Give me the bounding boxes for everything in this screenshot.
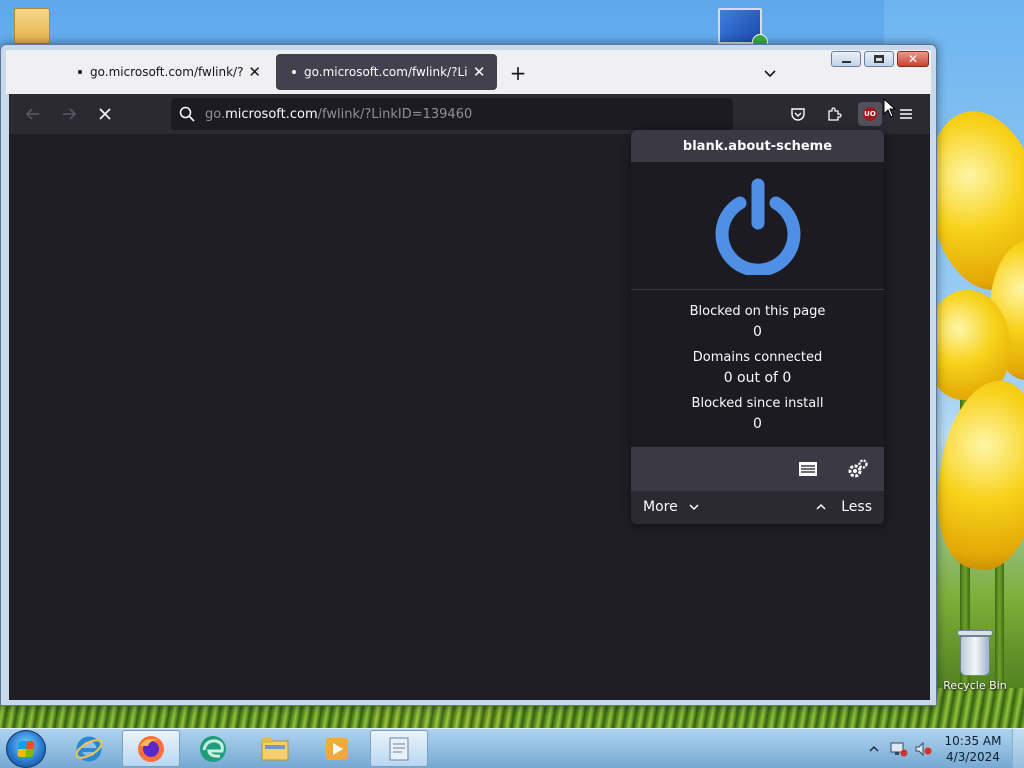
taskbar-notepad[interactable]	[370, 730, 428, 767]
clock-time: 10:35 AM	[944, 734, 1002, 748]
tab-title: go.microsoft.com/fwlink/?LinkID=139460	[304, 65, 468, 79]
taskbar-edge[interactable]	[184, 730, 242, 767]
more-button[interactable]: More	[643, 499, 700, 515]
stat-blocked-page-value: 0	[753, 324, 762, 340]
taskbar-clock[interactable]: 10:35 AM 4/3/2024	[938, 733, 1008, 765]
nav-toolbar: go.microsoft.com/fwlink/?LinkID=139460 U…	[9, 94, 930, 134]
tab-loading-dot-icon	[78, 70, 82, 74]
close-icon: ✕	[907, 52, 919, 66]
maximize-button[interactable]	[864, 51, 894, 67]
url-host: microsoft.com	[225, 106, 318, 122]
recycle-bin-icon	[960, 636, 990, 676]
forward-button[interactable]	[57, 102, 81, 126]
tab-loading-dot-icon	[292, 70, 296, 74]
popup-footer: More Less	[631, 491, 884, 524]
chevron-up-icon	[816, 503, 826, 510]
show-hidden-icons-icon[interactable]	[869, 744, 879, 754]
minimize-button[interactable]	[831, 51, 861, 67]
puzzle-icon	[828, 107, 842, 121]
firefox-icon	[138, 735, 164, 762]
taskbar-file-explorer[interactable]	[246, 730, 304, 767]
more-label: More	[643, 499, 678, 515]
ublock-shield-icon: UO	[863, 107, 877, 121]
stat-domains-label: Domains connected	[692, 350, 823, 365]
close-tab-icon[interactable]: ✕	[247, 63, 262, 81]
close-window-button[interactable]: ✕	[897, 51, 929, 67]
start-button[interactable]	[6, 730, 46, 768]
search-icon	[179, 106, 195, 122]
browser-tab-active[interactable]: go.microsoft.com/fwlink/?LinkID=139460 ✕	[276, 54, 497, 90]
maximize-icon	[874, 55, 884, 63]
taskbar: 10:35 AM 4/3/2024	[0, 728, 1024, 768]
logger-list-icon	[799, 462, 817, 476]
new-tab-button[interactable]: +	[508, 63, 528, 84]
folder-icon	[261, 737, 289, 760]
chevron-down-icon	[689, 504, 699, 511]
back-button[interactable]	[21, 102, 45, 126]
edge-icon	[200, 735, 226, 762]
pocket-icon	[791, 108, 805, 121]
taskbar-media-player[interactable]	[308, 730, 366, 767]
power-icon	[715, 178, 800, 275]
url-prefix: go.	[205, 106, 226, 122]
browser-tab[interactable]: go.microsoft.com/fwlink/?LinkID=139460 ✕	[62, 54, 272, 90]
minimize-icon	[841, 60, 851, 63]
stat-blocked-install-label: Blocked since install	[691, 396, 824, 411]
logger-button[interactable]	[797, 458, 819, 480]
arrow-left-icon	[25, 108, 39, 120]
volume-muted-icon[interactable]	[914, 741, 932, 757]
arrow-right-icon	[63, 108, 77, 120]
desktop-user-folder-icon[interactable]	[14, 8, 50, 44]
less-label: Less	[841, 499, 872, 515]
internet-explorer-icon	[75, 736, 103, 761]
popup-hostname: blank.about-scheme	[631, 130, 884, 162]
recycle-bin-label: Recycle Bin	[943, 679, 1007, 692]
recycle-bin[interactable]: Recycle Bin	[940, 630, 1010, 692]
show-desktop-button[interactable]	[1012, 729, 1024, 768]
dashboard-button[interactable]	[847, 458, 869, 480]
stat-domains-value: 0 out of 0	[723, 370, 792, 386]
stat-blocked-install-value: 0	[753, 416, 762, 432]
ublock-popup-panel: blank.about-scheme Blocked on this page …	[631, 130, 884, 524]
taskbar-firefox[interactable]	[122, 730, 180, 767]
mouse-cursor-icon	[883, 98, 897, 118]
close-tab-icon[interactable]: ✕	[471, 63, 487, 81]
power-switch[interactable]	[631, 162, 884, 290]
document-icon	[389, 737, 409, 760]
address-bar[interactable]: go.microsoft.com/fwlink/?LinkID=139460	[171, 98, 733, 130]
gears-icon	[848, 459, 868, 478]
url-path: /fwlink/?LinkID=139460	[317, 106, 473, 122]
popup-tools-bar	[631, 447, 884, 491]
stop-button[interactable]	[93, 102, 117, 126]
stats-section: Blocked on this page 0 Domains connected…	[631, 290, 884, 434]
stat-blocked-page-label: Blocked on this page	[689, 304, 826, 319]
media-player-icon	[326, 737, 348, 760]
network-icon[interactable]	[890, 741, 908, 757]
taskbar-internet-explorer[interactable]	[60, 730, 118, 767]
pocket-button[interactable]	[786, 102, 810, 126]
url-text: go.microsoft.com/fwlink/?LinkID=139460	[205, 107, 472, 122]
list-all-tabs-icon[interactable]	[762, 66, 778, 82]
tab-title: go.microsoft.com/fwlink/?LinkID=139460	[90, 65, 244, 79]
stop-x-icon	[99, 108, 111, 120]
hamburger-menu-icon	[900, 109, 912, 119]
desktop-computer-icon[interactable]	[718, 8, 768, 50]
clock-date: 4/3/2024	[946, 750, 1000, 764]
less-button[interactable]: Less	[815, 499, 872, 515]
tab-bar: go.microsoft.com/fwlink/?LinkID=139460 ✕…	[6, 50, 931, 94]
wallpaper-tulip	[927, 373, 1024, 577]
ublock-origin-button[interactable]: UO	[858, 102, 882, 126]
extensions-button[interactable]	[822, 102, 846, 126]
app-menu-button[interactable]	[894, 102, 918, 126]
